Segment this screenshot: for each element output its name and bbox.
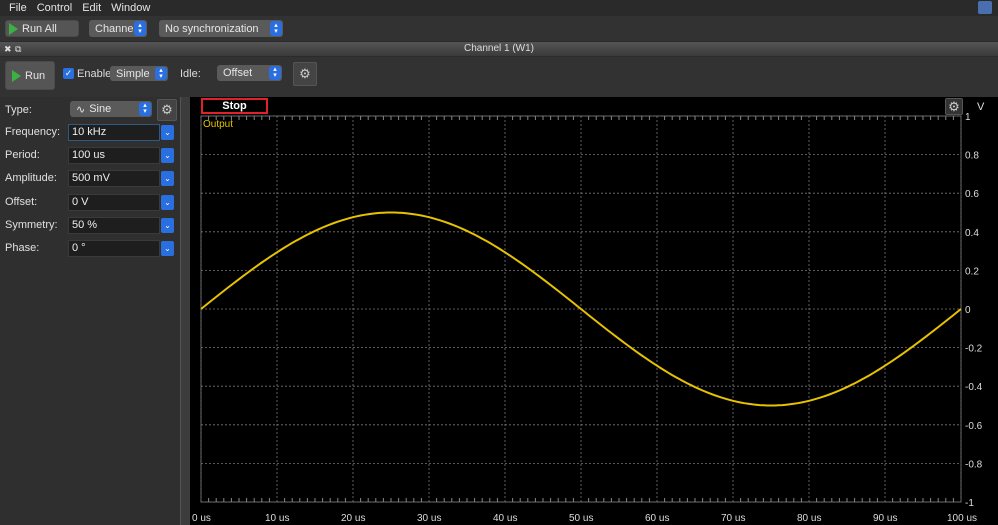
phase-input[interactable]: 0 °: [68, 240, 160, 257]
type-select[interactable]: ∿ Sine ▴ ▾: [70, 101, 152, 117]
mode-label: Simple: [116, 67, 150, 80]
x-tick-label: 30 us: [417, 513, 441, 524]
phase-label: Phase:: [5, 242, 40, 254]
play-icon: [12, 69, 21, 82]
updown-icon: ▴ ▾: [134, 21, 146, 36]
offset-input[interactable]: 0 V: [68, 193, 160, 211]
symmetry-label: Symmetry:: [5, 218, 58, 231]
period-dropdown-chevron-icon[interactable]: ⌄: [161, 148, 174, 164]
dock-title-bar: ✖ ⧉ Channel 1 (W1): [0, 42, 998, 56]
period-input[interactable]: 100 us: [68, 147, 160, 165]
menu-edit[interactable]: Edit: [77, 0, 106, 16]
type-gear-icon[interactable]: ⚙: [157, 99, 177, 121]
updown-icon: ▴ ▾: [270, 21, 282, 36]
updown-icon: ▴ ▾: [269, 66, 281, 80]
menu-window[interactable]: Window: [106, 0, 155, 16]
idle-label: Idle:: [180, 68, 201, 80]
play-icon: [9, 22, 18, 35]
sine-icon: ∿: [76, 103, 86, 116]
y-tick-label: -1: [965, 498, 974, 509]
updown-icon: ▴ ▾: [139, 102, 151, 116]
enable-label: Enable: [77, 68, 112, 80]
y-tick-label: -0.4: [965, 382, 983, 393]
frequency-label: Frequency:: [5, 126, 61, 138]
offset-label: Offset:: [5, 195, 38, 208]
idle-value: Offset: [223, 67, 253, 79]
chart-svg: 0 us 10 us 20 us 30 us 40 us 50 us 60 us 70 us 8…: [192, 112, 983, 524]
amplitude-input[interactable]: 500 mV: [68, 170, 160, 188]
run-all-label: Run All: [22, 22, 57, 35]
x-tick-label: 40 us: [493, 513, 517, 524]
y-tick-label: -0.2: [965, 344, 983, 355]
x-tick-label: 90 us: [873, 513, 897, 524]
menu-file[interactable]: File: [0, 0, 32, 16]
y-tick-label: -0.6: [965, 421, 983, 432]
frequency-dropdown-chevron-icon[interactable]: ⌄: [161, 125, 174, 140]
enable-checkbox[interactable]: ✓: [63, 68, 74, 79]
run-label: Run: [25, 69, 46, 82]
gear-icon[interactable]: ⚙: [293, 62, 317, 86]
channels-select[interactable]: Channels ▴ ▾: [89, 20, 147, 37]
offset-dropdown-chevron-icon[interactable]: ⌄: [161, 194, 174, 210]
main-toolbar: Run All Channels ▴ ▾ No synchronization ▴ ▾: [0, 16, 998, 41]
y-tick-label: 0.6: [965, 189, 979, 200]
x-tick-label: 100 us: [947, 513, 977, 524]
close-icon[interactable]: ✖: [4, 42, 12, 56]
symmetry-dropdown-chevron-icon[interactable]: ⌄: [161, 217, 174, 233]
menu-control[interactable]: Control: [32, 0, 77, 16]
x-tick-label: 0 us: [192, 513, 211, 524]
plot-area: Stop ⚙ V Output 0 us 10 us 20 us 30 us 40 us…: [190, 97, 998, 525]
run-all-button[interactable]: Run All: [5, 20, 79, 37]
amplitude-dropdown-chevron-icon[interactable]: ⌄: [161, 171, 174, 187]
x-tick-label: 20 us: [341, 513, 365, 524]
mode-select[interactable]: Simple ▴ ▾: [110, 66, 168, 81]
sync-label: No synchronization: [165, 22, 259, 35]
type-label: Type:: [5, 104, 32, 116]
sync-select[interactable]: No synchronization ▴ ▾: [159, 20, 283, 37]
run-button[interactable]: Run: [5, 61, 55, 90]
symmetry-input[interactable]: 50 %: [68, 216, 160, 234]
type-value: Sine: [89, 103, 112, 115]
amplitude-label: Amplitude:: [5, 172, 57, 185]
menu-bar: File Control Edit Window: [0, 0, 998, 16]
splitter[interactable]: [180, 97, 190, 525]
y-tick-label: -0.8: [965, 459, 983, 470]
y-tick-label: 0: [965, 305, 971, 316]
frequency-input[interactable]: 10 kHz: [68, 124, 160, 141]
y-tick-label: 0.2: [965, 266, 979, 277]
y-tick-label: 0.4: [965, 228, 979, 239]
updown-icon: ▴ ▾: [155, 67, 167, 80]
period-label: Period:: [5, 149, 40, 162]
x-tick-label: 70 us: [721, 513, 745, 524]
channel-toolbar: Run ✓ Enable Simple ▴ ▾ Idle: Offset ▴ ▾ ⚙: [0, 57, 998, 97]
phase-dropdown-chevron-icon[interactable]: ⌄: [161, 241, 174, 256]
x-tick-label: 80 us: [797, 513, 821, 524]
x-tick-label: 60 us: [645, 513, 669, 524]
x-tick-label: 50 us: [569, 513, 593, 524]
dock-title: Channel 1 (W1): [463, 43, 535, 54]
float-icon[interactable]: ⧉: [15, 42, 21, 56]
y-tick-label: 1: [965, 112, 971, 123]
window-icon[interactable]: [978, 1, 992, 14]
idle-select[interactable]: Offset ▴ ▾: [217, 65, 282, 81]
y-tick-label: 0.8: [965, 151, 979, 162]
x-tick-label: 10 us: [265, 513, 289, 524]
